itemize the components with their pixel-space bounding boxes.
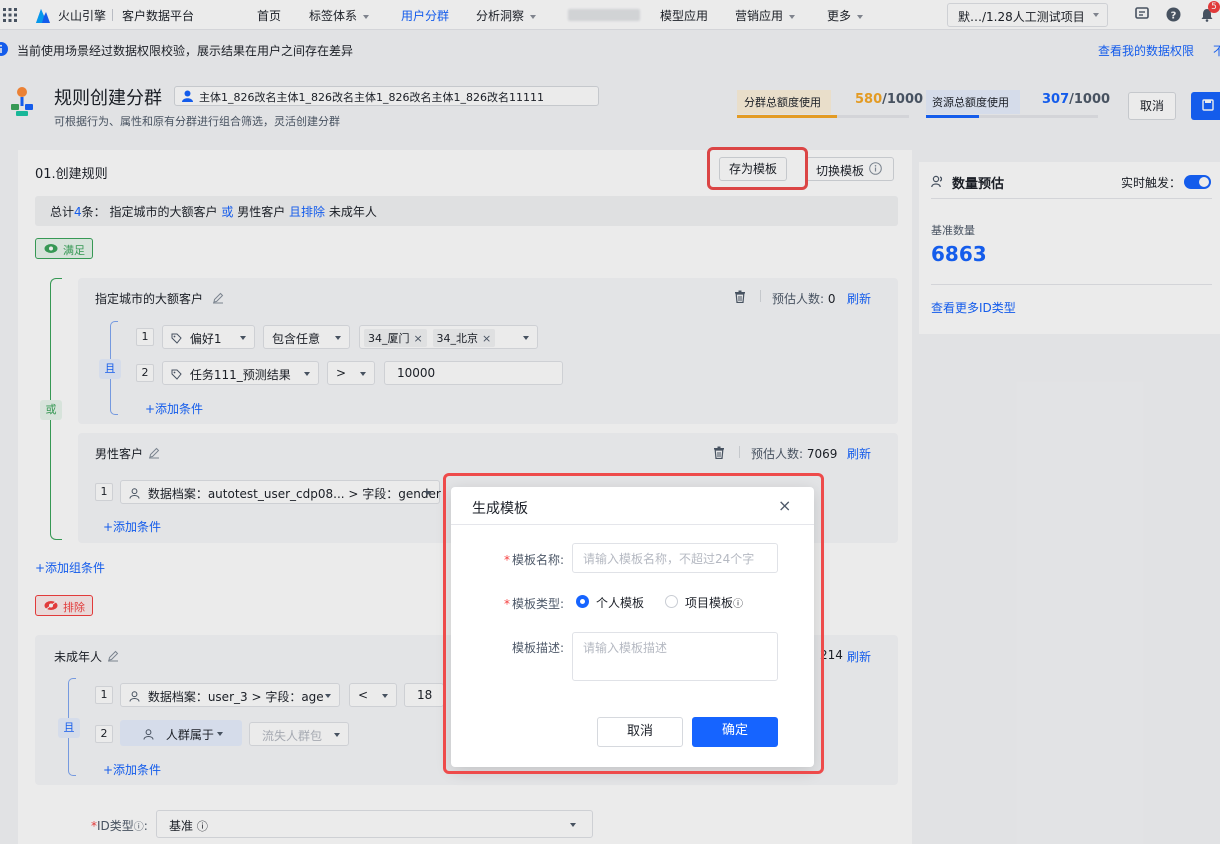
highlight-dialog (443, 473, 824, 774)
